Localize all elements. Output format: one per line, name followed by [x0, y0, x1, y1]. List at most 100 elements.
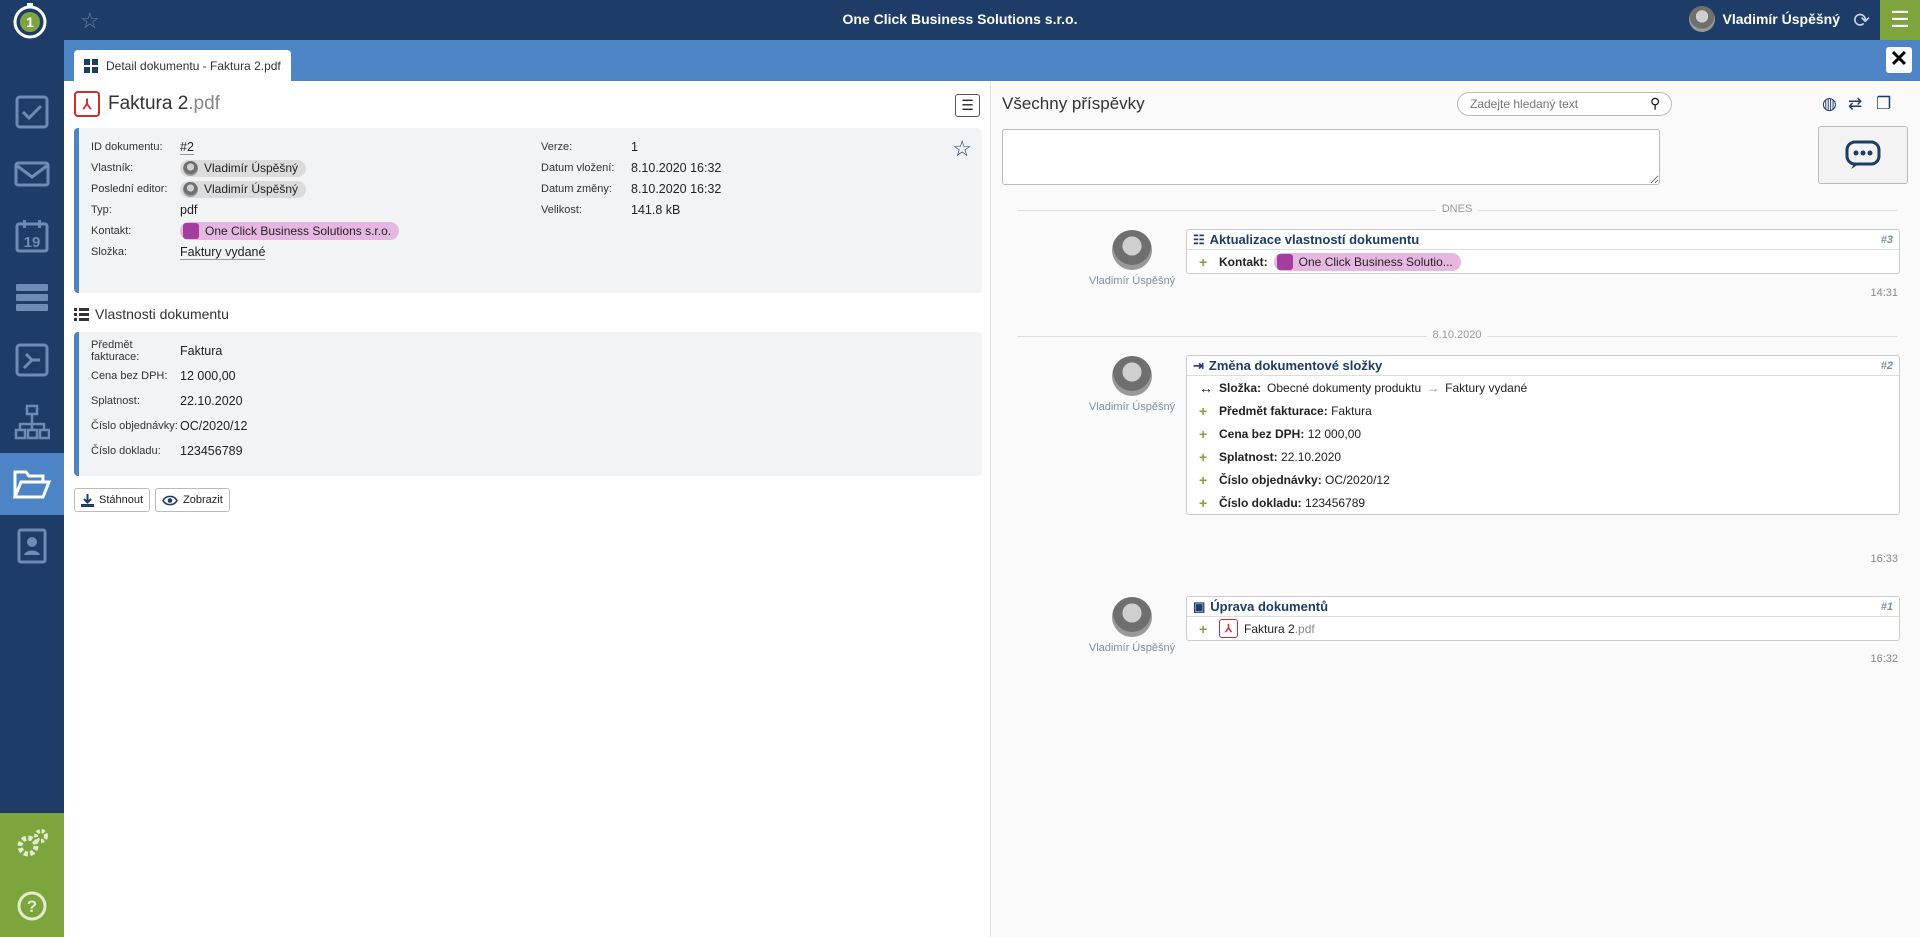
sidebar-item-documents[interactable]: [0, 453, 64, 515]
main-menu-icon[interactable]: ☰: [1880, 0, 1920, 40]
refresh-icon[interactable]: ⟳: [1853, 8, 1870, 33]
document-detail-panel: ⅄ Faktura 2.pdf ☰ ☆ ID dokumentu: #2 Vla…: [64, 81, 991, 937]
pdf-icon: ⅄: [1219, 619, 1238, 638]
info-row-size: Velikost: 141.8 kB: [541, 203, 681, 217]
search-input[interactable]: [1457, 92, 1672, 116]
post-row: + Cena bez DPH: 12 000,00: [1199, 425, 1362, 442]
document-name: Faktura 2: [108, 93, 189, 114]
info-row-inserted: Datum vložení: 8.10.2020 16:32: [541, 161, 722, 175]
envelope-icon: [14, 161, 50, 187]
post-time: 16:32: [1870, 653, 1898, 665]
folder-move-icon: ⇥: [1193, 357, 1204, 373]
avatar: [183, 181, 198, 197]
contact-chip[interactable]: One Click Business Solutions s.r.o.: [180, 222, 400, 240]
org-chart-icon: [14, 404, 50, 440]
avatar: [1112, 230, 1152, 270]
send-comment-button[interactable]: [1818, 126, 1908, 184]
globe-icon[interactable]: ◍: [1822, 94, 1837, 114]
plus-icon: +: [1199, 471, 1208, 488]
swap-arrows-icon[interactable]: ⇄: [1848, 94, 1862, 114]
view-button[interactable]: Zobrazit: [155, 488, 230, 512]
pdf-icon: ⅄: [74, 91, 100, 117]
star-icon[interactable]: ☆: [952, 136, 972, 162]
post-row: + Splatnost: 22.10.2020: [1199, 448, 1342, 465]
user-menu[interactable]: Vladimír Úspěšný: [1688, 6, 1840, 32]
property-row: Splatnost: 22.10.2020: [91, 394, 243, 408]
document-id-link[interactable]: #2: [180, 140, 194, 155]
document-menu-icon[interactable]: ☰: [955, 94, 980, 117]
eye-icon: [162, 495, 178, 505]
property-row: Číslo dokladu: 123456789: [91, 444, 243, 458]
sidebar: 19 ?: [0, 81, 64, 937]
sidebar-item-mail[interactable]: [0, 143, 64, 205]
search-icon[interactable]: ⚲: [1650, 95, 1660, 112]
post-row: + Číslo dokladu: 123456789: [1199, 494, 1366, 511]
document-actions: Stáhnout Zobrazit: [74, 488, 230, 512]
post-time: 16:33: [1870, 553, 1898, 565]
post-header: ☷ Aktualizace vlastností dokumentu #3: [1187, 230, 1899, 250]
tab-bar: Detail dokumentu - Faktura 2.pdf ✕: [64, 40, 1920, 81]
plus-icon: +: [1199, 402, 1208, 419]
sidebar-item-contacts[interactable]: [0, 515, 64, 577]
sidebar-item-tasks[interactable]: [0, 81, 64, 143]
plus-icon: +: [1199, 253, 1208, 270]
post-row: + Číslo objednávky: OC/2020/12: [1199, 471, 1390, 488]
property-row: Předmět fakturace: Faktura: [91, 339, 223, 363]
post-header: ⇥ Změna dokumentové složky #2: [1187, 356, 1899, 376]
sidebar-item-help[interactable]: ?: [0, 875, 64, 937]
sidebar-item-list[interactable]: [0, 267, 64, 329]
info-row-type: Typ: pdf: [91, 203, 198, 217]
svg-text:?: ?: [27, 897, 37, 916]
post-row: + Kontakt: One Click Business Solutio...: [1187, 250, 1899, 273]
avatar: [1112, 597, 1152, 637]
tab-document-detail[interactable]: Detail dokumentu - Faktura 2.pdf: [74, 50, 291, 81]
post-header: ▣ Úprava dokumentů #1: [1187, 597, 1899, 617]
post-row: + Předmět fakturace: Faktura: [1199, 402, 1372, 419]
post-card: ☷ Aktualizace vlastností dokumentu #3 + …: [1186, 229, 1900, 274]
plus-icon: +: [1199, 425, 1208, 442]
avatar: [1688, 6, 1715, 32]
plus-icon: +: [1199, 494, 1208, 511]
sidebar-item-org-chart[interactable]: [0, 391, 64, 453]
plus-icon: +: [1199, 620, 1208, 637]
edit-properties-icon: ☷: [1193, 231, 1205, 247]
avatar: [183, 160, 198, 176]
file-link[interactable]: Faktura 2.pdf: [1244, 622, 1315, 636]
chat-windows-icon[interactable]: ❐: [1876, 94, 1891, 114]
sidebar-item-settings[interactable]: [0, 813, 64, 875]
property-row: Cena bez DPH: 12 000,00: [91, 369, 236, 383]
contact-card-icon: [183, 223, 199, 239]
post-author: Vladimír Úspěšný: [1088, 401, 1176, 413]
contact-card-icon: [1276, 253, 1293, 270]
post-time: 14:31: [1870, 287, 1898, 299]
properties-list-icon: [74, 307, 89, 321]
grid-icon: [84, 58, 98, 73]
contacts-icon: [17, 528, 47, 564]
info-row-version: Verze: 1: [541, 140, 638, 154]
owner-chip[interactable]: Vladimír Úspěšný: [180, 159, 307, 177]
message-input[interactable]: [1002, 129, 1660, 185]
app-logo[interactable]: 1: [0, 0, 64, 81]
feed-panel: Všechny příspěvky ⚲ ◍ ⇄ ❐ DNES Vladimír …: [992, 81, 1920, 937]
contact-chip[interactable]: One Click Business Solutio...: [1273, 252, 1461, 271]
server-list-icon: [16, 284, 48, 311]
folder-link[interactable]: Faktury vydané: [180, 245, 266, 260]
date-separator: DNES: [1017, 203, 1897, 217]
properties-title: Vlastnosti dokumentu: [74, 306, 229, 322]
company-name: One Click Business Solutions s.r.o.: [842, 11, 1078, 27]
calendar-icon: 19: [15, 220, 49, 253]
tab-label: Detail dokumentu - Faktura 2.pdf: [106, 58, 281, 73]
avatar: [1112, 356, 1152, 396]
top-bar: ☆ One Click Business Solutions s.r.o. Vl…: [0, 0, 1920, 40]
post-card: ▣ Úprava dokumentů #1 + ⅄ Faktura 2.pdf: [1186, 596, 1900, 641]
close-icon[interactable]: ✕: [1886, 47, 1912, 73]
sidebar-item-workflow[interactable]: [0, 329, 64, 391]
download-button[interactable]: Stáhnout: [74, 488, 151, 512]
property-row: Číslo objednávky: OC/2020/12: [91, 419, 248, 433]
properties-card: Předmět fakturace: Faktura Cena bez DPH:…: [74, 332, 982, 476]
plus-icon: +: [1199, 448, 1208, 465]
download-icon: [81, 493, 94, 507]
editor-chip[interactable]: Vladimír Úspěšný: [180, 180, 307, 198]
sidebar-item-calendar[interactable]: 19: [0, 205, 64, 267]
checkbox-icon: [15, 95, 49, 129]
